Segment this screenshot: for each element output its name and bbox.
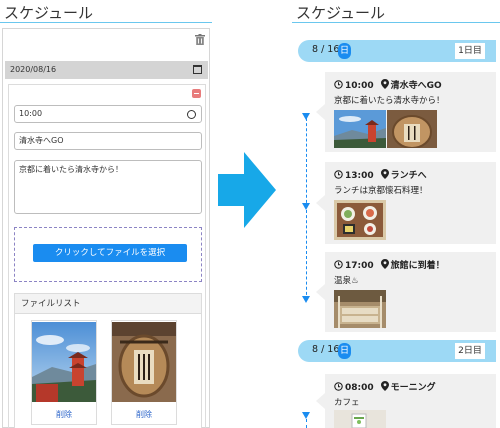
schedule-title-underline [292, 22, 500, 23]
date-input-value: 2020/08/16 [10, 65, 57, 74]
choose-file-button[interactable]: クリックしてファイルを選択 [33, 244, 187, 262]
remove-event-icon[interactable] [192, 89, 201, 98]
map-pin-icon [380, 169, 389, 179]
time-input[interactable]: 10:00 [14, 105, 202, 123]
day-date: 8 / 16 [312, 344, 340, 355]
cafe-photo [334, 410, 386, 428]
date-input[interactable]: 2020/08/16 [5, 61, 208, 79]
clock-icon [334, 80, 343, 89]
weekday-badge: 日 [338, 43, 351, 59]
screen: スケジュール 2020/08/16 10:00 清水寺へGO 京都に着いたら清水 [0, 0, 500, 428]
title-input-value: 清水寺へGO [19, 136, 64, 145]
file-list-header: ファイルリスト [15, 294, 201, 314]
title-input[interactable]: 清水寺へGO [14, 132, 202, 150]
editor-title: スケジュール [4, 4, 93, 22]
editor-title-underline [0, 22, 212, 23]
kyoto-pagoda-photo [32, 322, 96, 402]
event-header: 10:00 清水寺へGO [334, 78, 442, 91]
file-thumbnail-card: 削除 [111, 320, 177, 425]
event-time: 10:00 [345, 81, 374, 91]
file-thumbnail-card: 削除 [31, 320, 97, 425]
event-place: 旅館に到着！ [390, 261, 445, 271]
clock-icon [334, 382, 343, 391]
time-input-value: 10:00 [19, 109, 43, 118]
day-header: 8 / 16 日 2日目 [298, 340, 496, 362]
clock-icon [334, 170, 343, 179]
day-number-badge: 2日目 [455, 343, 485, 359]
delete-file-link[interactable]: 削除 [32, 409, 96, 420]
event-time: 13:00 [345, 171, 374, 181]
timeline-connector [306, 419, 307, 428]
day-date: 8 / 16 [312, 44, 340, 55]
note-textarea-value: 京都に着いたら清水寺から！ [19, 165, 123, 174]
event-header: 13:00 ランチへ [334, 168, 427, 181]
kaiseki-meal-photo [334, 200, 386, 240]
timeline-arrow-icon [302, 203, 310, 210]
event-note: カフェ [334, 398, 360, 408]
hot-spring-photo [334, 290, 386, 328]
map-pin-icon [380, 79, 389, 89]
event-place: モーニング [390, 383, 436, 393]
timeline-arrow-icon [302, 412, 310, 419]
event-card: 08:00 モーニング カフェ [316, 374, 496, 428]
map-pin-icon [380, 259, 389, 269]
event-place: 清水寺へGO [390, 81, 442, 91]
kyoto-pagoda-photo [334, 110, 386, 148]
event-card: 17:00 旅館に到着！ 温泉♨ [316, 252, 496, 332]
event-time: 17:00 [345, 261, 374, 271]
calendar-icon[interactable] [193, 65, 202, 74]
day-header: 8 / 16 日 1日目 [298, 40, 496, 62]
sake-barrel-photo [387, 110, 437, 148]
weekday-badge: 日 [338, 343, 351, 359]
event-card: 13:00 ランチへ ランチは京都懐石料理！ [316, 162, 496, 244]
event-time: 08:00 [345, 383, 374, 393]
day-number-badge: 1日目 [455, 43, 485, 59]
event-note: 京都に着いたら清水寺から！ [334, 96, 445, 106]
timeline-connector [306, 118, 307, 208]
clock-icon [334, 260, 343, 269]
clock-icon[interactable] [187, 110, 196, 119]
event-card: 10:00 清水寺へGO 京都に着いたら清水寺から！ [316, 72, 496, 152]
arrow-right-icon [218, 152, 276, 228]
day-editor-card: 2020/08/16 10:00 清水寺へGO 京都に着いたら清水寺から！ クリ… [2, 28, 210, 428]
map-pin-icon [380, 381, 389, 391]
event-place: ランチへ [390, 171, 427, 181]
file-list: ファイルリスト 削除 削除 [14, 293, 202, 428]
timeline-connector [306, 210, 307, 300]
timeline-arrow-icon [302, 296, 310, 303]
event-header: 17:00 旅館に到着！ [334, 258, 445, 271]
timeline-arrow-icon [302, 113, 310, 120]
delete-file-link[interactable]: 削除 [112, 409, 176, 420]
event-header: 08:00 モーニング [334, 380, 436, 393]
schedule-title: スケジュール [296, 4, 385, 22]
trash-icon[interactable] [195, 34, 205, 45]
event-note: ランチは京都懐石料理！ [334, 186, 428, 196]
note-textarea[interactable]: 京都に着いたら清水寺から！ [14, 160, 202, 214]
event-editor: 10:00 清水寺へGO 京都に着いたら清水寺から！ クリックしてファイルを選択… [8, 84, 206, 428]
sake-barrel-photo [112, 322, 176, 402]
event-note: 温泉♨ [334, 276, 359, 286]
file-drop-zone[interactable]: クリックしてファイルを選択 [14, 227, 202, 282]
